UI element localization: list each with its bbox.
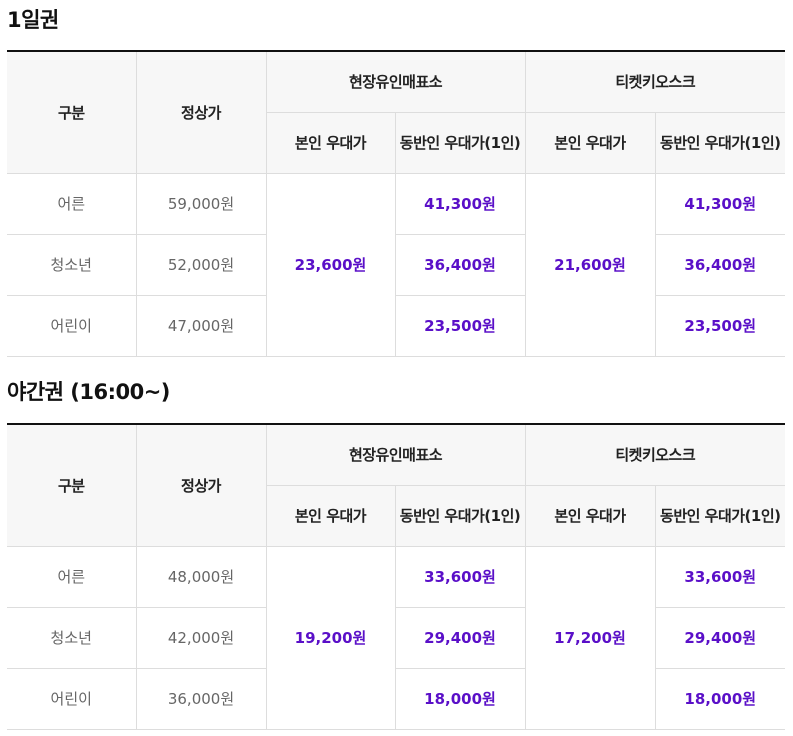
header-category: 구분 [7, 50, 137, 174]
kiosk-companion-discount-cell: 18,000원 [654, 667, 786, 730]
header-onsite-self-discount: 본인 우대가 [266, 484, 396, 547]
kiosk-companion-discount-cell: 29,400원 [654, 606, 786, 669]
regular-price-cell: 42,000원 [135, 606, 267, 669]
table-row: 청소년 52,000원 36,400원 36,400원 [7, 233, 786, 296]
kiosk-companion-discount-cell: 33,600원 [654, 545, 786, 608]
night-pass-price-table: 구분 정상가 현장유인매표소 티켓키오스크 본인 우대가 동반인 우대가(1인)… [7, 423, 786, 730]
header-ticket-kiosk: 티켓키오스크 [524, 50, 786, 113]
table-row: 어른 48,000원 19,200원 33,600원 17,200원 33,60… [7, 545, 786, 730]
onsite-self-discount-cell: 19,200원 [265, 545, 396, 730]
onsite-self-discount-cell: 23,600원 [265, 172, 396, 357]
header-category: 구분 [7, 423, 137, 547]
header-onsite-ticket-office: 현장유인매표소 [265, 423, 526, 486]
onsite-companion-discount-cell: 23,500원 [394, 294, 526, 357]
category-cell: 어린이 [7, 667, 137, 730]
section-title: 야간권 (16:00~) [7, 380, 170, 404]
header-kiosk-self-discount: 본인 우대가 [524, 111, 656, 174]
onsite-companion-discount-cell: 33,600원 [394, 545, 526, 608]
category-cell: 청소년 [7, 233, 137, 296]
header-regular-price: 정상가 [135, 423, 267, 547]
kiosk-companion-discount-cell: 36,400원 [654, 233, 786, 296]
header-ticket-kiosk: 티켓키오스크 [524, 423, 786, 486]
table-row: 어린이 47,000원 23,500원 23,500원 [7, 294, 786, 357]
regular-price-cell: 47,000원 [135, 294, 267, 357]
category-cell: 어린이 [7, 294, 137, 357]
table-row: 어른 59,000원 23,600원 41,300원 21,600원 41,30… [7, 172, 786, 357]
day-pass-price-table: 구분 정상가 현장유인매표소 티켓키오스크 본인 우대가 동반인 우대가(1인)… [7, 50, 786, 357]
table-header-row: 구분 정상가 현장유인매표소 티켓키오스크 [7, 50, 786, 174]
header-onsite-self-discount: 본인 우대가 [266, 111, 396, 174]
regular-price-cell: 59,000원 [135, 172, 267, 235]
regular-price-cell: 36,000원 [135, 667, 267, 730]
table-row: 어린이 36,000원 18,000원 18,000원 [7, 667, 786, 730]
regular-price-cell: 52,000원 [135, 233, 267, 296]
header-onsite-ticket-office: 현장유인매표소 [265, 50, 526, 113]
kiosk-self-discount-cell: 17,200원 [524, 545, 656, 730]
kiosk-companion-discount-cell: 23,500원 [654, 294, 786, 357]
header-kiosk-self-discount: 본인 우대가 [524, 484, 656, 547]
section-title: 1일권 [7, 8, 59, 32]
category-cell: 어른 [7, 545, 137, 608]
table-row: 청소년 42,000원 29,400원 29,400원 [7, 606, 786, 669]
kiosk-companion-discount-cell: 41,300원 [654, 172, 786, 235]
header-onsite-companion-discount: 동반인 우대가(1인) [394, 484, 526, 547]
header-regular-price: 정상가 [135, 50, 267, 174]
category-cell: 청소년 [7, 606, 137, 669]
regular-price-cell: 48,000원 [135, 545, 267, 608]
onsite-companion-discount-cell: 36,400원 [394, 233, 526, 296]
header-kiosk-companion-discount: 동반인 우대가(1인) [654, 111, 786, 174]
onsite-companion-discount-cell: 29,400원 [394, 606, 526, 669]
kiosk-self-discount-cell: 21,600원 [524, 172, 656, 357]
header-kiosk-companion-discount: 동반인 우대가(1인) [654, 484, 786, 547]
table-header-row: 구분 정상가 현장유인매표소 티켓키오스크 [7, 423, 786, 547]
category-cell: 어른 [7, 172, 137, 235]
header-onsite-companion-discount: 동반인 우대가(1인) [394, 111, 526, 174]
onsite-companion-discount-cell: 41,300원 [394, 172, 526, 235]
onsite-companion-discount-cell: 18,000원 [394, 667, 526, 730]
